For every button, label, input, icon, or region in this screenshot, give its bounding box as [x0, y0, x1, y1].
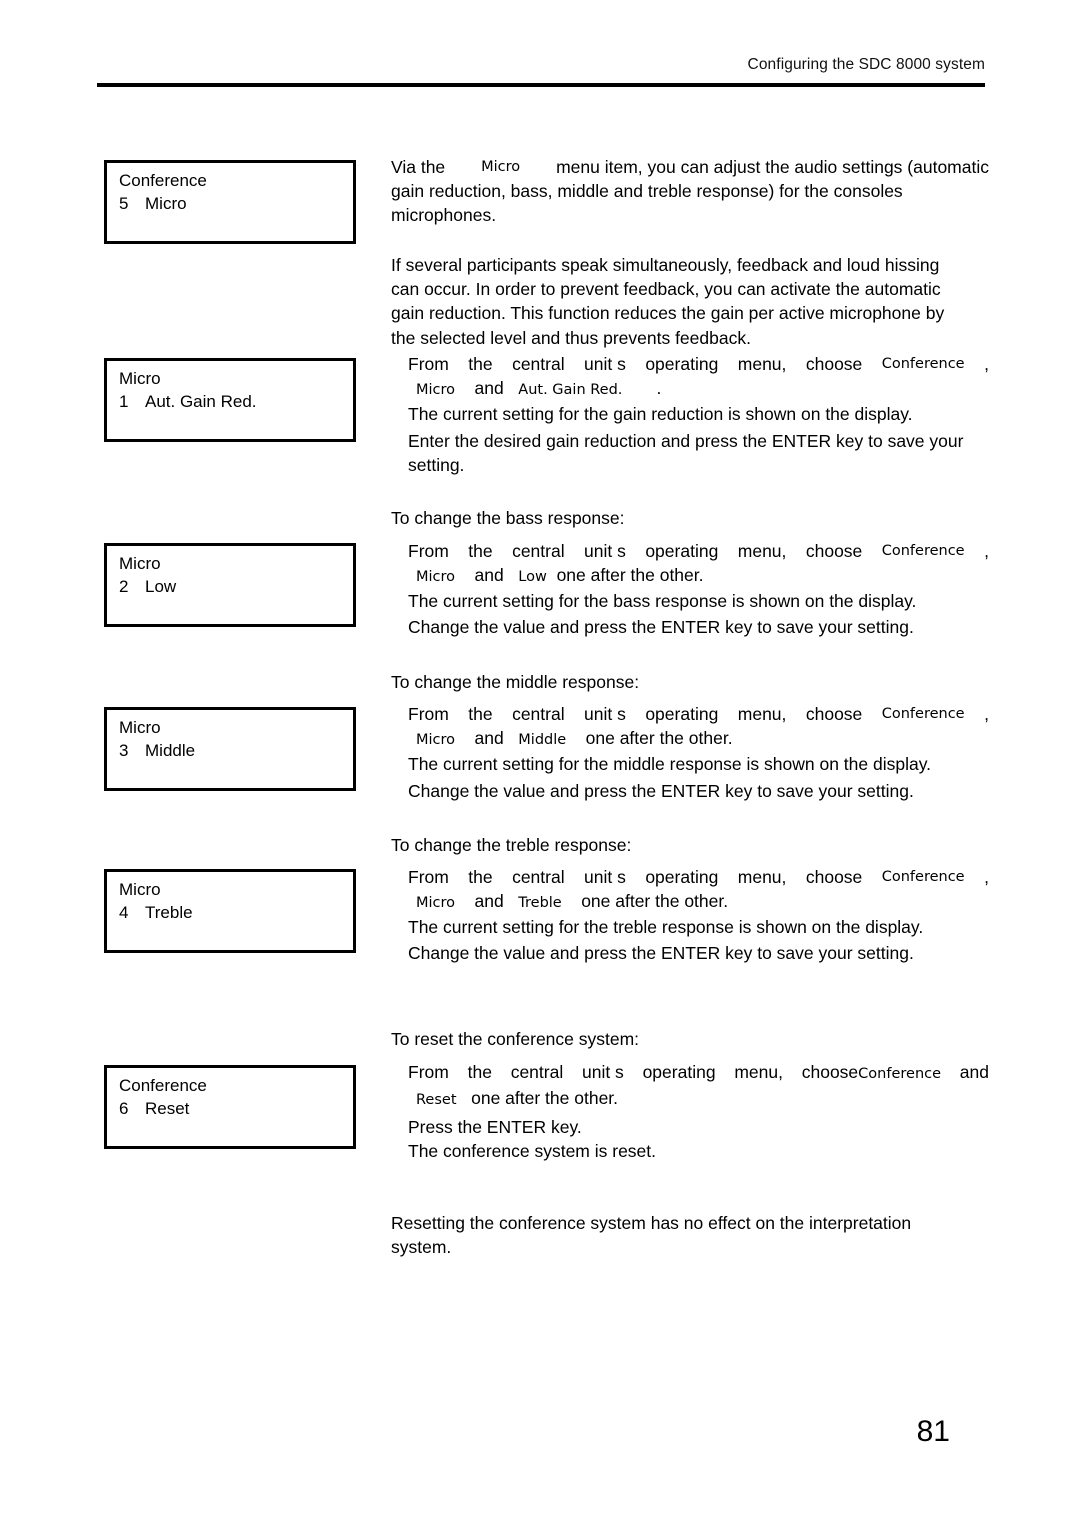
change-value-line: Change the value and press the ENTER key… [408, 943, 914, 963]
display-item-label: Middle [145, 741, 196, 760]
menu-item-micro: Micro [481, 159, 521, 175]
menu-item-conference: Conference [858, 1066, 942, 1082]
step-line-2: Micro and Middle one after the other. [416, 728, 733, 749]
menu-item-conference: Conference [881, 356, 965, 372]
display-line-1: Micro [119, 718, 161, 737]
heading-bass-response: To change the bass response: [391, 508, 625, 528]
step-bass-change-value: Change the value and press the ENTER key… [408, 615, 989, 639]
display-line-2: 1 Aut. Gain Red. [119, 392, 257, 412]
step-line-2: Micro and Aut. Gain Red. . [416, 378, 662, 399]
display-line-2: 6 Reset [119, 1099, 189, 1119]
display-micro-low: Micro 2 Low [104, 543, 356, 627]
menu-item-treble: Treble [518, 895, 562, 912]
display-line-1: Conference [119, 1076, 207, 1095]
step-press-enter: Press the ENTER key. The conference syst… [408, 1115, 989, 1163]
heading-reset-system: To reset the conference system: [391, 1029, 640, 1049]
display-conference-reset: Conference 6 Reset [104, 1065, 356, 1149]
display-line-2: 4 Treble [119, 903, 193, 923]
step-aut-gain-red: From the central unit s operating menu, … [408, 352, 989, 427]
intro-line-2: gain reduction, bass, middle and treble … [391, 181, 903, 202]
change-value-line: Change the value and press the ENTER key… [408, 781, 914, 801]
step-enter-gain-reduction: Enter the desired gain reduction and pre… [408, 429, 989, 477]
display-item-label: Reset [145, 1099, 190, 1118]
header-rule [97, 83, 985, 87]
running-header: Configuring the SDC 8000 system [747, 56, 985, 73]
page-number: 81 [916, 1415, 950, 1448]
step-middle-response: From the central unit s operating menu, … [408, 702, 989, 777]
menu-item-reset: Reset [416, 1092, 457, 1109]
press-enter-line: Press the ENTER key. [408, 1117, 582, 1137]
step-bass-response: From the central unit s operating menu, … [408, 539, 989, 614]
display-line-2: 5 Micro [119, 194, 187, 214]
menu-item-conference: Conference [881, 543, 965, 559]
step-line-2: Reset one after the other. [416, 1088, 619, 1109]
step-line-1: From the central unit s operating menu, … [408, 539, 989, 563]
display-line-1: Micro [119, 554, 161, 573]
menu-item-micro: Micro [416, 732, 456, 749]
heading-middle-response: To change the middle response: [391, 672, 640, 692]
document-page: Configuring the SDC 8000 system Conferen… [0, 0, 1080, 1528]
display-micro-aut-gain-red: Micro 1 Aut. Gain Red. [104, 358, 356, 442]
feedback-line-4: the selected level and thus prevents fee… [391, 327, 751, 348]
step-line-3: The current setting for the middle respo… [408, 754, 932, 775]
menu-item-micro: Micro [416, 382, 456, 399]
display-item-index: 5 [119, 194, 129, 213]
step-line-2: Micro and Low one after the other. [416, 565, 704, 586]
display-item-label: Treble [145, 903, 193, 922]
change-value-line: Change the value and press the ENTER key… [408, 617, 914, 637]
display-line-1: Micro [119, 880, 161, 899]
display-line-2: 2 Low [119, 577, 176, 597]
menu-item-conference: Conference [881, 869, 965, 885]
display-conference-micro: Conference 5 Micro [104, 160, 356, 244]
step-treble-change-value: Change the value and press the ENTER key… [408, 941, 989, 965]
heading-treble-response: To change the treble response: [391, 835, 632, 855]
intro-line-3: microphones. [391, 205, 497, 226]
display-item-index: 1 [119, 392, 129, 411]
menu-item-aut-gain-red: Aut. Gain Red. [518, 382, 623, 399]
note-line-1: Resetting the conference system has no e… [391, 1213, 912, 1233]
step-line-2: Micro and Treble one after the other. [416, 891, 729, 912]
display-item-index: 6 [119, 1099, 129, 1118]
step-middle-change-value: Change the value and press the ENTER key… [408, 779, 989, 803]
display-item-label: Low [145, 577, 177, 596]
step-line-3: The current setting for the treble respo… [408, 917, 924, 938]
display-micro-treble: Micro 4 Treble [104, 869, 356, 953]
menu-item-micro: Micro [416, 569, 456, 586]
menu-item-micro: Micro [416, 895, 456, 912]
enter-line-1: Enter the desired gain reduction and pre… [408, 431, 964, 451]
feedback-line-1: If several participants speak simultaneo… [391, 255, 940, 275]
step-treble-response: From the central unit s operating menu, … [408, 865, 989, 940]
feedback-line-2: can occur. In order to prevent feedback,… [391, 279, 941, 300]
menu-item-middle: Middle [518, 732, 567, 749]
step-line-1: From the central unit s operating menu, … [408, 1062, 989, 1082]
step-line-1: From the central unit s operating menu, … [408, 352, 989, 376]
intro-line-1: Via the Micro menu item, you can adjust … [391, 155, 989, 179]
enter-line-2: setting. [408, 455, 465, 476]
step-line-1: From the central unit s operating menu, … [408, 702, 989, 726]
step-line-1: From the central unit s operating menu, … [408, 865, 989, 889]
display-item-index: 4 [119, 903, 129, 922]
display-item-label: Aut. Gain Red. [145, 392, 257, 411]
menu-item-conference: Conference [881, 706, 965, 722]
display-micro-middle: Micro 3 Middle [104, 707, 356, 791]
note-line-2: system. [391, 1237, 452, 1258]
paragraph-feedback: If several participants speak simultaneo… [391, 253, 989, 350]
display-item-label: Micro [145, 194, 187, 213]
step-reset-system: From the central unit s operating menu, … [408, 1060, 989, 1112]
display-item-index: 2 [119, 577, 129, 596]
system-reset-line: The conference system is reset. [408, 1141, 657, 1162]
step-line-3: The current setting for the gain reducti… [408, 404, 913, 425]
display-line-1: Micro [119, 369, 161, 388]
menu-item-low: Low [518, 569, 547, 586]
step-line-3: The current setting for the bass respons… [408, 591, 917, 612]
display-line-1: Conference [119, 171, 207, 190]
paragraph-intro: Via the Micro menu item, you can adjust … [391, 155, 989, 228]
feedback-line-3: gain reduction. This function reduces th… [391, 303, 945, 324]
display-line-2: 3 Middle [119, 741, 195, 761]
paragraph-note: Resetting the conference system has no e… [391, 1211, 989, 1259]
display-item-index: 3 [119, 741, 129, 760]
